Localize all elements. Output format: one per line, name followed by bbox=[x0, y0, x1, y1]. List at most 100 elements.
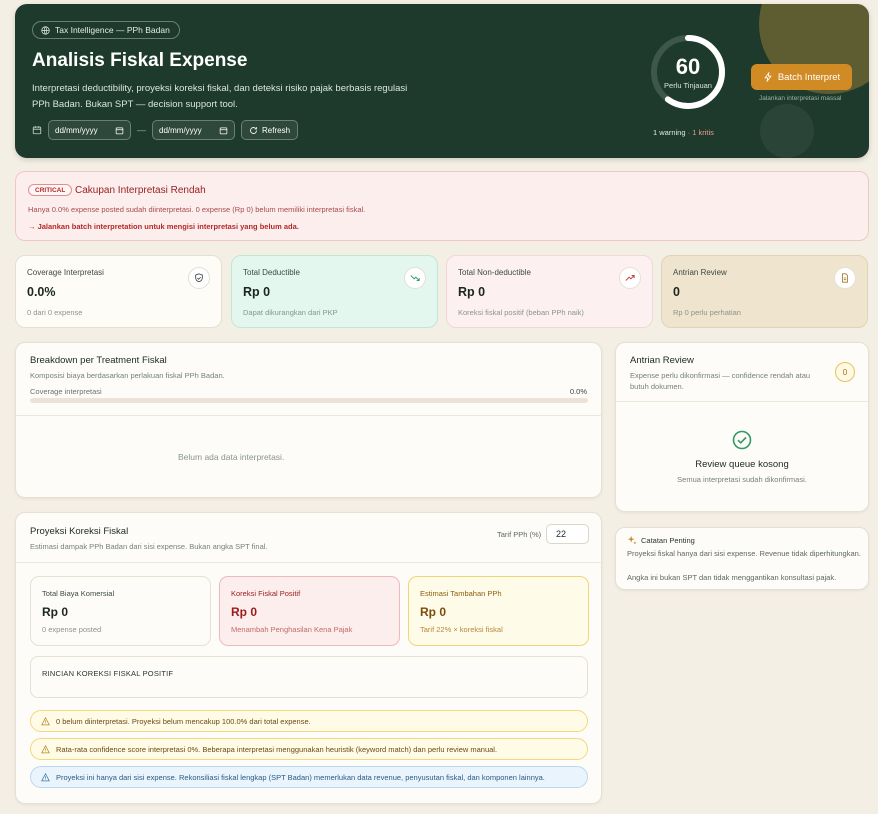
rincian-koreksi-section: RINCIAN KOREKSI FISKAL POSITIF bbox=[30, 656, 588, 698]
refresh-button[interactable]: Refresh bbox=[241, 120, 299, 140]
card-title: Total Biaya Komersial bbox=[42, 589, 115, 598]
page-title: Analisis Fiskal Expense bbox=[32, 50, 248, 71]
note-title: Catatan Penting bbox=[641, 536, 695, 545]
important-note-panel: Catatan Penting Proyeksi fiskal hanya da… bbox=[615, 527, 869, 590]
stat-sub: Koreksi fiskal positif (beban PPh naik) bbox=[458, 308, 584, 317]
page-description: Interpretasi deductibility, proyeksi kor… bbox=[32, 83, 408, 110]
card-sub: Menambah Penghasilan Kena Pajak bbox=[231, 625, 353, 634]
card-total-biaya: Total Biaya Komersial Rp 0 0 expense pos… bbox=[30, 576, 211, 646]
pill-label: Tax Intelligence — PPh Badan bbox=[55, 25, 170, 35]
warning-count: 1 warning bbox=[653, 128, 686, 137]
stat-sub: Dapat dikurangkan dari PKP bbox=[243, 308, 338, 317]
note-line: Proyeksi fiskal hanya dari sisi expense.… bbox=[627, 549, 861, 558]
critical-alert: CRITICAL Cakupan Interpretasi Rendah Han… bbox=[15, 171, 869, 241]
date-to-input[interactable]: dd/mm/yyyy bbox=[152, 120, 235, 140]
stat-coverage: Coverage Interpretasi 0.0% 0 dari 0 expe… bbox=[15, 255, 222, 328]
review-subtitle: Expense perlu dikonfirmasi — confidence … bbox=[630, 371, 811, 391]
decor-blob bbox=[760, 104, 814, 158]
card-sub: 0 expense posted bbox=[42, 625, 102, 634]
review-title: Antrian Review bbox=[630, 355, 694, 366]
batch-subtext: Jalankan interpretasi massal bbox=[759, 95, 842, 102]
review-empty-subtitle: Semua interpretasi sudah dikonfirmasi. bbox=[677, 475, 807, 484]
score-label: Perlu Tinjauan bbox=[664, 81, 712, 90]
stat-title: Total Deductible bbox=[243, 268, 300, 277]
warning-item: Rata-rata confidence score interpretasi … bbox=[30, 738, 588, 760]
breakdown-panel: Breakdown per Treatment Fiskal Komposisi… bbox=[15, 342, 603, 498]
warning-icon bbox=[41, 744, 50, 753]
shield-check-icon bbox=[188, 267, 210, 289]
sparkle-icon bbox=[627, 535, 637, 545]
critical-badge: CRITICAL bbox=[28, 184, 73, 196]
card-estimasi-pph: Estimasi Tambahan PPh Rp 0 Tarif 22% × k… bbox=[408, 576, 589, 646]
info-item: Proyeksi ini hanya dari sisi expense. Re… bbox=[30, 766, 588, 788]
warning-icon bbox=[41, 716, 50, 725]
critical-count: · 1 kritis bbox=[687, 128, 714, 137]
projection-subtitle: Estimasi dampak PPh Badan dari sisi expe… bbox=[30, 542, 268, 551]
divider bbox=[16, 562, 603, 563]
date-range: dd/mm/yyyy — dd/mm/yyyy Refresh bbox=[32, 120, 299, 140]
review-empty-title: Review queue kosong bbox=[695, 459, 789, 470]
breakdown-title: Breakdown per Treatment Fiskal bbox=[30, 355, 167, 366]
card-value: Rp 0 bbox=[420, 605, 447, 619]
review-count-badge: 0 bbox=[835, 362, 855, 382]
alert-message: Hanya 0.0% expense posted sudah diinterp… bbox=[28, 205, 366, 214]
alert-title: Cakupan Interpretasi Rendah bbox=[75, 185, 206, 196]
hero-header: Tax Intelligence — PPh Badan Analisis Fi… bbox=[15, 4, 869, 158]
lightning-icon bbox=[764, 72, 772, 82]
stat-sub: 0 dari 0 expense bbox=[27, 308, 83, 317]
info-text: Proyeksi ini hanya dari sisi expense. Re… bbox=[56, 772, 545, 782]
coverage-value: 0.0% bbox=[569, 387, 587, 396]
trend-up-icon bbox=[619, 267, 641, 289]
date-to-placeholder: dd/mm/yyyy bbox=[159, 125, 202, 135]
check-circle-icon bbox=[732, 430, 752, 450]
breakdown-subtitle: Komposisi biaya berdasarkan perlakuan fi… bbox=[30, 371, 225, 380]
projection-title: Proyeksi Koreksi Fiskal bbox=[30, 526, 129, 537]
tarif-label: Tarif PPh (%) bbox=[497, 530, 542, 539]
calendar-icon bbox=[32, 126, 42, 135]
stat-title: Coverage Interpretasi bbox=[27, 268, 104, 277]
stat-value: 0 bbox=[673, 285, 680, 299]
divider bbox=[616, 401, 868, 402]
review-queue-panel: Antrian Review Expense perlu dikonfirmas… bbox=[615, 342, 869, 512]
date-separator: — bbox=[137, 125, 146, 135]
trend-down-icon bbox=[404, 267, 426, 289]
stat-non-deductible: Total Non-deductible Rp 0 Koreksi fiskal… bbox=[446, 255, 653, 328]
tarif-input[interactable]: 22 bbox=[546, 524, 589, 544]
stat-title: Total Non-deductible bbox=[458, 268, 531, 277]
batch-interpret-button[interactable]: Batch Interpret bbox=[751, 64, 852, 90]
card-value: Rp 0 bbox=[42, 605, 69, 619]
card-koreksi-positif: Koreksi Fiskal Positif Rp 0 Menambah Pen… bbox=[219, 576, 400, 646]
warning-item: 0 belum diinterpretasi. Proyeksi belum m… bbox=[30, 710, 588, 732]
divider bbox=[16, 415, 603, 416]
stat-title: Antrian Review bbox=[673, 268, 727, 277]
card-sub: Tarif 22% × koreksi fiskal bbox=[420, 625, 503, 634]
score-gauge: 60 Perlu Tinjauan bbox=[648, 32, 728, 112]
tax-intelligence-pill: Tax Intelligence — PPh Badan bbox=[32, 21, 180, 39]
stat-deductible: Total Deductible Rp 0 Dapat dikurangkan … bbox=[231, 255, 438, 328]
breakdown-empty-state: Belum ada data interpretasi. bbox=[178, 452, 285, 462]
globe-icon bbox=[41, 25, 50, 35]
coverage-label: Coverage interpretasi bbox=[30, 387, 102, 396]
batch-label: Batch Interpret bbox=[777, 71, 841, 83]
date-from-input[interactable]: dd/mm/yyyy bbox=[48, 120, 131, 140]
warning-text: 0 belum diinterpretasi. Proyeksi belum m… bbox=[56, 716, 311, 726]
stat-review-queue: Antrian Review 0 Rp 0 perlu perhatian bbox=[661, 255, 868, 328]
warning-text: Rata-rata confidence score interpretasi … bbox=[56, 744, 498, 754]
refresh-icon bbox=[250, 126, 257, 134]
document-icon bbox=[834, 267, 856, 289]
stat-value: Rp 0 bbox=[458, 285, 486, 299]
calendar-icon bbox=[115, 127, 124, 134]
note-line: Angka ini bukan SPT dan tidak menggantik… bbox=[627, 573, 837, 582]
calendar-icon bbox=[219, 127, 228, 134]
info-warning-icon bbox=[41, 772, 50, 781]
date-from-placeholder: dd/mm/yyyy bbox=[55, 125, 98, 135]
projection-panel: Proyeksi Koreksi Fiskal Estimasi dampak … bbox=[15, 512, 603, 804]
card-title: Estimasi Tambahan PPh bbox=[420, 589, 502, 598]
alert-action[interactable]: → Jalankan batch interpretation untuk me… bbox=[28, 222, 299, 231]
card-title: Koreksi Fiskal Positif bbox=[231, 589, 301, 598]
coverage-progress-bar bbox=[30, 398, 588, 403]
stat-value: 0.0% bbox=[27, 285, 56, 299]
score-stats: 1 warning · 1 kritis bbox=[653, 128, 714, 137]
stat-sub: Rp 0 perlu perhatian bbox=[673, 308, 741, 317]
score-value: 60 bbox=[675, 54, 701, 79]
